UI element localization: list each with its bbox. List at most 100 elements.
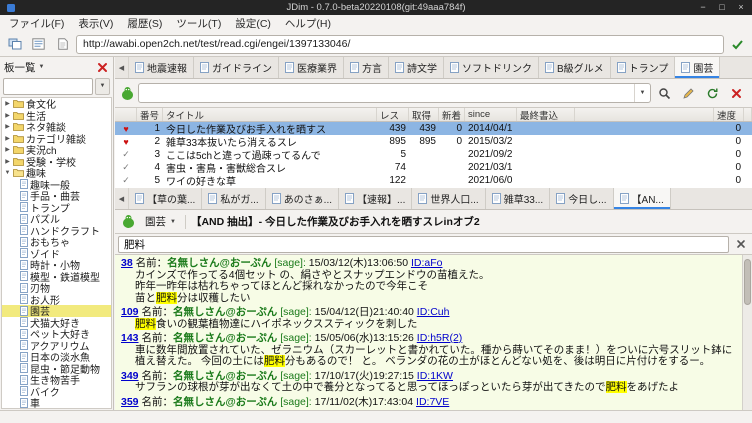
scrollbar-thumb[interactable]: [744, 259, 751, 305]
post-id-link[interactable]: ID:7VE: [416, 396, 449, 408]
column-header[interactable]: 番号: [137, 108, 163, 121]
cell-got: 439: [409, 123, 439, 134]
tab-label: 園芸: [693, 60, 713, 75]
url-input[interactable]: [76, 35, 724, 54]
heart-icon: ♥: [115, 124, 137, 134]
board-tab-8[interactable]: 園芸: [675, 57, 720, 78]
thread-tab-0[interactable]: 【草の葉...: [129, 188, 202, 209]
expander-icon[interactable]: ▶: [4, 100, 11, 107]
toolbar-separator: [185, 215, 186, 229]
menu-item-view[interactable]: 表示(V): [71, 15, 120, 32]
document-icon: [285, 62, 294, 73]
board-icon: [20, 375, 28, 385]
sidebar-search-input[interactable]: [3, 78, 93, 95]
sidebar-item-17[interactable]: お人形: [2, 294, 111, 306]
post-number-link[interactable]: 38: [121, 257, 133, 269]
column-header[interactable]: タイトル: [163, 108, 377, 121]
menu-item-tools[interactable]: ツール(T): [169, 15, 228, 32]
sidebar: 板一覧 ▼ ▼ ▶食文化▶生活▶ネタ雑談▶カテゴリ雑談▶実況ch▶受験・学校▼趣…: [0, 57, 114, 410]
close-button[interactable]: ×: [736, 0, 746, 15]
board-tab-6[interactable]: B級グルメ: [539, 57, 611, 78]
expander-icon[interactable]: ▶: [4, 112, 11, 119]
column-header[interactable]: 新着: [439, 108, 465, 121]
cell-since: 2014/04/1: [465, 123, 517, 134]
post-number-link[interactable]: 143: [121, 332, 139, 344]
thread-tab-3[interactable]: 【速報】...: [339, 188, 412, 209]
board-tab-7[interactable]: トランプ: [611, 57, 676, 78]
post-id-link[interactable]: ID:Cuh: [417, 306, 450, 318]
column-header[interactable]: レス: [377, 108, 409, 121]
thread-tab-7[interactable]: 【AN...: [614, 188, 671, 209]
post-id-link[interactable]: ID:aFo: [411, 257, 443, 269]
post-body-line: サフランの球根が芽が出なくて土の中で養分となってると思ってほっぽっといたら芽が出…: [121, 382, 736, 394]
post: 349 名前：名無しさん@おーぷん [sage]: 17/10/17(火)19:…: [121, 371, 736, 394]
status-bar: [0, 410, 752, 423]
board-tab-0[interactable]: 地震速報: [129, 57, 194, 78]
post-number-link[interactable]: 359: [121, 396, 139, 408]
thread-tab-2[interactable]: あのさぁ...: [266, 188, 339, 209]
sidebar-item-15[interactable]: 模型・鉄道模型: [2, 271, 111, 283]
cell-res: 5: [377, 149, 409, 160]
column-header[interactable]: since: [465, 108, 517, 121]
chevron-down-icon[interactable]: ▼: [39, 64, 45, 70]
thread-search-input[interactable]: [139, 84, 634, 102]
board-list-button[interactable]: [4, 35, 25, 54]
expander-icon[interactable]: ▶: [4, 123, 11, 130]
cell-got: 895: [409, 136, 439, 147]
article-view-button[interactable]: [52, 35, 73, 54]
board-tab-3[interactable]: 方言: [344, 57, 389, 78]
expander-icon[interactable]: ▶: [4, 146, 11, 153]
board-name-button[interactable]: 園芸 ▼: [141, 213, 180, 230]
expander-icon[interactable]: ▼: [4, 170, 11, 176]
sidebar-close-icon[interactable]: [95, 60, 109, 74]
sidebar-item-25[interactable]: バイク: [2, 386, 111, 398]
column-header[interactable]: 速度: [714, 108, 744, 121]
cell-since: 2021/06/0: [465, 175, 517, 186]
combo-dropdown-icon[interactable]: ▼: [634, 84, 650, 102]
new-thread-icon[interactable]: [678, 83, 699, 103]
column-header[interactable]: 取得: [409, 108, 439, 121]
menu-item-help[interactable]: ヘルプ(H): [278, 15, 338, 32]
column-header[interactable]: [115, 108, 137, 121]
post-number-link[interactable]: 349: [121, 370, 139, 382]
extract-search-input[interactable]: [118, 236, 729, 253]
sidebar-search-dropdown-icon[interactable]: ▼: [95, 78, 110, 95]
maximize-button[interactable]: □: [717, 0, 727, 15]
tab-label: 方言: [362, 60, 382, 75]
document-icon: [135, 62, 144, 73]
thread-tab-6[interactable]: 今日し...: [550, 188, 613, 209]
document-icon: [418, 193, 427, 204]
thread-list-row[interactable]: ✓5ワイの好きな草1222021/06/00: [115, 174, 752, 187]
tab-scroll-left-icon[interactable]: ◀: [115, 57, 129, 78]
minimize-button[interactable]: −: [698, 0, 708, 15]
thread-tab-5[interactable]: 雑草33...: [486, 188, 550, 209]
sidebar-item-5[interactable]: ▶受験・学校: [2, 156, 111, 168]
menu-item-file[interactable]: ファイル(F): [2, 15, 71, 32]
expander-icon[interactable]: ▶: [4, 158, 11, 165]
tab-scroll-left-icon[interactable]: ◀: [115, 188, 129, 209]
thread-tab-1[interactable]: 私がガ...: [202, 188, 265, 209]
menu-item-history[interactable]: 履歴(S): [120, 15, 169, 32]
search-icon[interactable]: [654, 83, 675, 103]
thread-tab-4[interactable]: 世界人口...: [412, 188, 485, 209]
board-tab-4[interactable]: 詩文学: [389, 57, 444, 78]
article-scrollbar[interactable]: [742, 255, 752, 410]
board-tab-5[interactable]: ソフトドリンク: [444, 57, 539, 78]
post-id-link[interactable]: ID:h5R(2): [417, 332, 463, 344]
tab-label: 世界人口...: [430, 191, 478, 206]
app-window-icon: [6, 3, 16, 13]
sidebar-item-0[interactable]: ▶食文化: [2, 98, 111, 110]
reload-icon[interactable]: [702, 83, 723, 103]
expander-icon[interactable]: ▶: [4, 135, 11, 142]
thread-list-button[interactable]: [28, 35, 49, 54]
board-tab-2[interactable]: 医療業界: [279, 57, 344, 78]
menu-item-settings[interactable]: 設定(C): [228, 15, 278, 32]
url-go-button[interactable]: [727, 35, 748, 54]
post-id-link[interactable]: ID:1KW: [417, 370, 453, 382]
clear-search-icon[interactable]: [732, 236, 749, 253]
close-tab-icon[interactable]: [726, 83, 747, 103]
column-header[interactable]: 最終書込: [517, 108, 575, 121]
window-title: JDim - 0.7.0-beta20220108(git:49aaa784f): [0, 0, 752, 15]
board-tab-1[interactable]: ガイドライン: [194, 57, 279, 78]
post-number-link[interactable]: 109: [121, 306, 139, 318]
